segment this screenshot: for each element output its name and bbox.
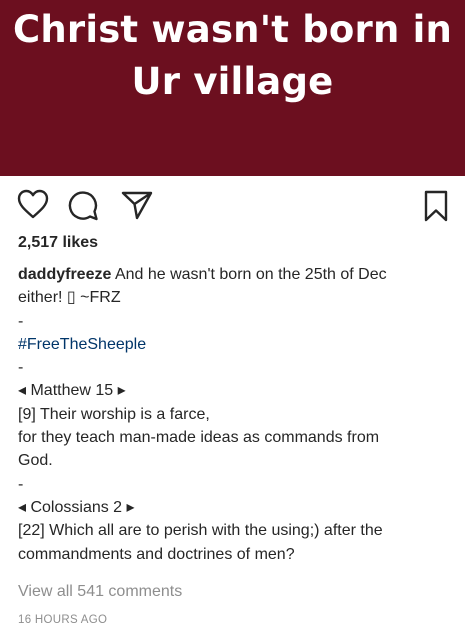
username-link[interactable]: daddyfreeze [18,266,111,283]
share-icon[interactable] [120,189,154,221]
likes-count[interactable]: 2,517 likes [18,234,98,252]
caption-text: And he wasn't born on the 25th of Dec [111,266,387,283]
post-image-line-2: Ur village [131,60,334,103]
verse-text: [22] Which all are to perish with the us… [18,522,383,540]
bookmark-icon[interactable] [423,189,449,223]
scripture-reference: ◂ Colossians 2 ▸ [18,498,135,516]
view-all-comments-link[interactable]: View all 541 comments [18,583,182,601]
comment-icon[interactable] [66,188,100,222]
scripture-reference: ◂ Matthew 15 ▸ [18,382,126,400]
action-bar [0,186,465,226]
caption-line: daddyfreeze And he wasn't born on the 25… [18,263,448,286]
post-image[interactable]: Christ wasn't born in Ur village [0,0,465,176]
verse-text: [9] Their worship is a farce, [18,405,210,423]
post-image-text: Christ wasn't born in Ur village [0,4,465,108]
verse-text: commandments and doctrines of men? [18,545,295,563]
caption-text: either! ▯ ~FRZ [18,289,121,307]
separator-dash: - [18,312,24,330]
post-image-line-1: Christ wasn't born in [12,8,453,51]
separator-dash: - [18,475,24,493]
post-timestamp: 16 HOURS AGO [18,614,108,626]
verse-text: God. [18,452,53,470]
verse-text: for they teach man-made ideas as command… [18,429,380,447]
caption: daddyfreeze And he wasn't born on the 25… [18,263,448,566]
hashtag-link[interactable]: #FreeTheSheeple [18,336,146,353]
separator-dash: - [18,359,24,377]
heart-icon[interactable] [16,188,50,220]
